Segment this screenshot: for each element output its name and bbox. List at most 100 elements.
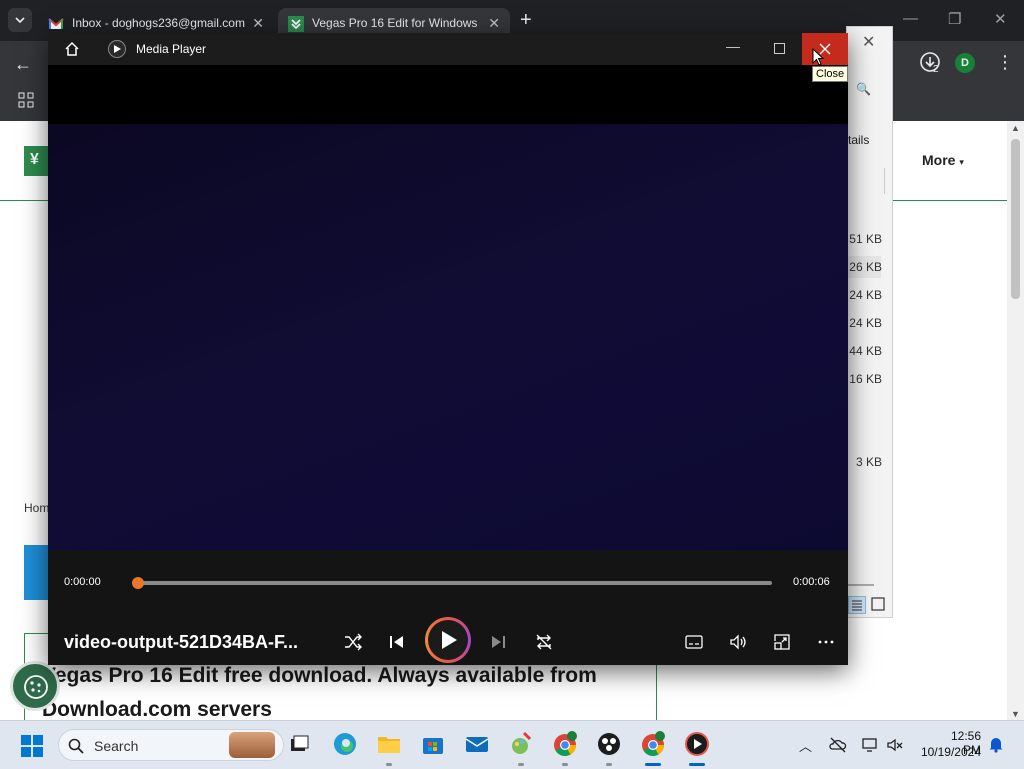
scroll-down-icon[interactable]: ▼ — [1011, 709, 1020, 719]
play-button[interactable] — [425, 617, 471, 663]
close-tab-icon[interactable]: ✕ — [252, 15, 264, 32]
media-player-titlebar[interactable]: Media Player — — [48, 33, 848, 65]
file-size-cell[interactable]: 26 KB — [848, 260, 882, 274]
caret-down-icon: ▾ — [959, 157, 964, 167]
close-window-icon[interactable]: ✕ — [994, 10, 1007, 28]
paint-icon[interactable] — [508, 731, 534, 757]
chrome-menu-icon[interactable]: ⋮ — [996, 52, 1014, 73]
restore-icon[interactable]: ❐ — [948, 10, 961, 28]
subtitles-button[interactable] — [682, 630, 706, 654]
minimize-icon[interactable]: — — [726, 38, 740, 54]
media-player-window: Media Player — 0:00:00 0:00:06 video-out… — [48, 33, 848, 665]
windows-taskbar: Search ︿ 12:56 PM 10/19/2024 — [0, 720, 1024, 769]
tab-search-button[interactable] — [8, 8, 32, 32]
explorer-close-icon[interactable]: ✕ — [862, 32, 875, 52]
windows-start-icon[interactable] — [20, 734, 44, 758]
file-size-cell[interactable]: 24 KB — [848, 288, 882, 302]
previous-button[interactable] — [385, 630, 409, 654]
seek-bar[interactable] — [132, 577, 772, 589]
scroll-thumb[interactable] — [1011, 139, 1020, 299]
chevron-up-icon[interactable]: ︿ — [799, 736, 812, 755]
mail-icon[interactable] — [464, 731, 490, 757]
shuffle-icon — [345, 633, 362, 651]
downloads-count: 2 — [933, 64, 939, 75]
file-size-cell[interactable]: 44 KB — [848, 344, 882, 358]
media-player-logo-icon — [108, 40, 126, 58]
taskbar-search[interactable]: Search — [58, 729, 284, 761]
seek-thumb[interactable] — [132, 577, 144, 589]
details-view-button[interactable] — [848, 596, 866, 614]
current-time: 0:00:00 — [64, 576, 101, 588]
obs-icon[interactable] — [596, 731, 622, 757]
edge-icon[interactable] — [332, 731, 358, 757]
details-pane-label[interactable]: tails — [848, 133, 869, 147]
microsoft-store-icon[interactable] — [420, 731, 446, 757]
volume-button[interactable] — [726, 630, 750, 654]
more-horizontal-icon — [818, 640, 834, 644]
running-indicator — [606, 763, 612, 766]
chrome-icon[interactable] — [552, 731, 578, 757]
total-time: 0:00:06 — [793, 576, 830, 588]
vegas-pro-app-icon — [24, 545, 50, 600]
search-icon — [68, 738, 84, 754]
running-indicator — [518, 763, 524, 766]
close-tab-icon[interactable]: ✕ — [488, 15, 500, 32]
shuffle-button[interactable] — [341, 630, 365, 654]
chrome-icon[interactable] — [640, 731, 666, 757]
file-size-cell[interactable]: 24 KB — [848, 316, 882, 330]
next-button[interactable] — [486, 630, 510, 654]
more-label: More — [922, 152, 956, 168]
home-icon[interactable] — [64, 41, 80, 57]
next-icon — [492, 636, 505, 648]
task-view-icon[interactable] — [286, 731, 312, 757]
search-icon[interactable]: 🔍 — [856, 82, 871, 96]
miniplayer-button[interactable] — [770, 630, 794, 654]
app-title: Media Player — [136, 42, 207, 56]
apps-grid-icon[interactable] — [18, 92, 34, 108]
scroll-up-icon[interactable]: ▲ — [1011, 123, 1020, 133]
file-explorer-icon[interactable] — [376, 731, 402, 757]
video-surface[interactable] — [48, 124, 848, 550]
more-menu[interactable]: More ▾ — [922, 152, 964, 168]
maximize-icon[interactable] — [774, 43, 785, 54]
minimize-icon[interactable]: — — [903, 10, 918, 27]
column-divider — [884, 168, 885, 194]
repeat-button[interactable] — [532, 630, 556, 654]
clock-date[interactable]: 10/19/2024 — [916, 745, 981, 759]
running-indicator — [562, 763, 568, 766]
download-com-logo[interactable]: ¥ — [24, 146, 48, 176]
active-indicator — [689, 763, 705, 766]
file-size-cell[interactable]: 16 KB — [848, 372, 882, 386]
breadcrumb[interactable]: Hom — [24, 501, 49, 515]
back-arrow-icon[interactable]: ← — [14, 54, 32, 75]
playback-controls: 0:00:00 0:00:06 video-output-521D34BA-F.… — [48, 550, 848, 665]
gmail-icon — [48, 18, 64, 29]
profile-avatar[interactable]: D — [955, 53, 975, 73]
file-size-cell[interactable]: 51 KB — [848, 232, 882, 246]
new-tab-button[interactable]: + — [520, 9, 532, 32]
close-button[interactable] — [802, 33, 848, 65]
cookie-settings-button[interactable] — [10, 661, 60, 711]
media-player-icon[interactable] — [684, 731, 710, 757]
tab-title: Vegas Pro 16 Edit for Windows — [312, 16, 478, 30]
list-view-icon — [852, 600, 862, 611]
notification-bell-icon[interactable] — [988, 735, 1004, 753]
page-scrollbar[interactable]: ▲ ▼ — [1007, 121, 1024, 721]
more-options-button[interactable] — [814, 630, 838, 654]
downloads-icon[interactable]: 2 — [918, 50, 944, 76]
horizontal-scrollbar[interactable] — [848, 584, 874, 586]
search-label: Search — [94, 738, 139, 754]
search-highlight-image — [229, 732, 275, 758]
onedrive-offline-icon[interactable] — [829, 736, 847, 754]
display-network-icon[interactable] — [861, 736, 879, 754]
cookie-icon — [24, 675, 48, 699]
play-icon — [442, 631, 457, 649]
video-letterbox — [48, 65, 848, 124]
page-heading: Vegas Pro 16 Edit free download. Always … — [42, 664, 597, 721]
chevron-down-icon — [15, 17, 25, 24]
volume-muted-icon[interactable] — [886, 736, 904, 754]
running-indicator — [386, 763, 392, 766]
download-com-icon — [288, 16, 304, 32]
file-size-cell[interactable]: 3 KB — [848, 455, 882, 469]
large-icons-view-icon[interactable] — [870, 596, 886, 612]
